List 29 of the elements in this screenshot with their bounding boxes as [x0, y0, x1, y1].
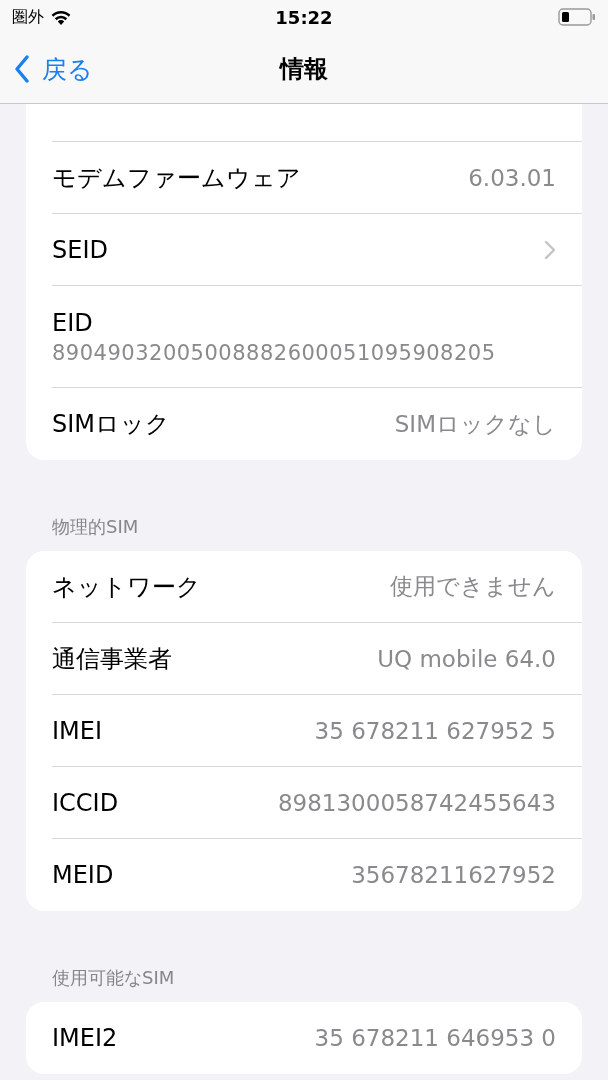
row-label: 通信事業者 — [52, 643, 172, 675]
section-header: 物理的SIM — [52, 516, 139, 537]
row-value: 35 678211 646953 0 — [314, 1025, 556, 1051]
row-label: IMEI — [52, 716, 103, 745]
row-value: 使用できません — [390, 572, 556, 601]
row-label: MEID — [52, 861, 114, 889]
row-label: IMEI2 — [52, 1024, 118, 1052]
row-value: 6.03.01 — [468, 164, 556, 191]
row-value: 8981300058742455643 — [277, 789, 556, 816]
row-label: SIMロック — [52, 409, 171, 440]
back-chevron-icon — [14, 55, 30, 83]
row-value: 89049032005008882600051095908205 — [52, 340, 496, 365]
row-label: EID — [52, 308, 93, 337]
chevron-icon — [544, 239, 556, 260]
row-value: 35678211627952 — [351, 862, 556, 888]
list-row[interactable]: SEID — [52, 214, 582, 286]
wifi-icon — [50, 9, 72, 25]
battery-icon — [558, 8, 596, 26]
row-value: UQ mobile 64.0 — [377, 645, 556, 672]
row-label: ネットワーク — [52, 571, 201, 603]
carrier-text: 圏外 — [12, 6, 44, 28]
row-label: モデムファームウェア — [52, 162, 301, 194]
page-title: 情報 — [280, 54, 328, 85]
status-time: 15:22 — [275, 6, 333, 28]
row-label: ICCID — [52, 788, 119, 817]
row-value: 35 678211 627952 5 — [314, 717, 556, 744]
row-value: SIMロックなし — [394, 409, 556, 439]
section-header: 使用可能なSIM — [52, 967, 175, 988]
back-button[interactable]: 戻る — [14, 52, 93, 86]
